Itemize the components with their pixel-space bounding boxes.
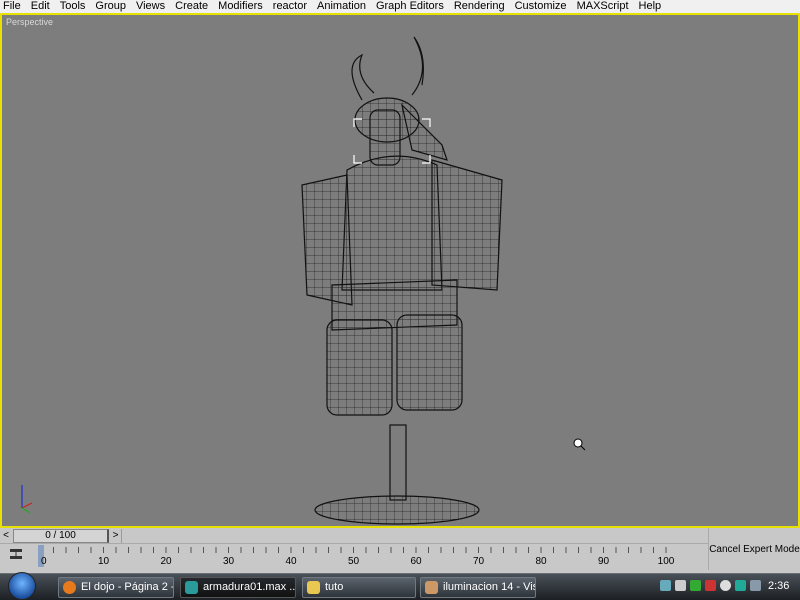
- track-tick-label: 80: [535, 556, 547, 567]
- menu-customize[interactable]: Customize: [515, 0, 567, 13]
- cancel-expert-mode-button[interactable]: Cancel Expert Mode: [708, 528, 800, 570]
- menu-animation[interactable]: Animation: [317, 0, 366, 13]
- neck-guard: [400, 103, 448, 161]
- track-tick-label: 10: [98, 556, 110, 567]
- track-tick-label: 20: [160, 556, 172, 567]
- 3dsmax-icon: [185, 581, 198, 594]
- armor-wireframe: [21, 36, 586, 525]
- perspective-viewport[interactable]: Perspective: [0, 13, 800, 528]
- folder-icon: [307, 581, 320, 594]
- taskbar-item-firefox[interactable]: El dojo - Página 2 - ...: [58, 577, 174, 598]
- time-slider-bar: < 0 / 100 >: [0, 528, 708, 544]
- right-shoulder: [431, 159, 503, 291]
- menu-graph-editors[interactable]: Graph Editors: [376, 0, 444, 13]
- previous-frame-button[interactable]: <: [0, 529, 12, 543]
- next-frame-button[interactable]: >: [110, 529, 122, 543]
- left-skirt: [326, 319, 393, 416]
- stand-base: [314, 495, 480, 525]
- security-icon[interactable]: [705, 580, 716, 591]
- track-ticks: 0 10 20 30 40 50 60 70 80 90 100: [38, 545, 675, 567]
- network-icon[interactable]: [660, 580, 671, 591]
- app-icon[interactable]: [735, 580, 746, 591]
- volume-icon[interactable]: [675, 580, 686, 591]
- track-bar[interactable]: 0 10 20 30 40 50 60 70 80 90 100: [0, 544, 708, 570]
- taskbar-item-visio[interactable]: iluminacion 14 - Vis...: [420, 577, 536, 598]
- system-tray: [660, 580, 761, 591]
- menu-views[interactable]: Views: [136, 0, 165, 13]
- update-icon[interactable]: [690, 580, 701, 591]
- time-slider[interactable]: 0 / 100: [13, 529, 109, 543]
- track-tick-label: 70: [473, 556, 485, 567]
- track-tick-label: 60: [410, 556, 422, 567]
- display-icon[interactable]: [750, 580, 761, 591]
- torso: [341, 155, 443, 291]
- zoom-cursor-icon: [573, 438, 586, 451]
- menu-maxscript[interactable]: MAXScript: [577, 0, 629, 13]
- menu-tools[interactable]: Tools: [60, 0, 86, 13]
- track-tick-label: 100: [658, 556, 675, 567]
- visio-icon: [425, 581, 438, 594]
- menu-reactor[interactable]: reactor: [273, 0, 307, 13]
- menu-rendering[interactable]: Rendering: [454, 0, 505, 13]
- taskbar-item-3dsmax[interactable]: armadura01.max ...: [180, 577, 296, 598]
- skype-icon[interactable]: [720, 580, 731, 591]
- menu-create[interactable]: Create: [175, 0, 208, 13]
- track-tick-label: 50: [348, 556, 360, 567]
- axis-gizmo: [21, 485, 33, 514]
- menu-help[interactable]: Help: [639, 0, 662, 13]
- helmet-horns: [351, 36, 424, 101]
- menu-edit[interactable]: Edit: [31, 0, 50, 13]
- track-tick-label: 40: [285, 556, 297, 567]
- start-button[interactable]: [8, 572, 36, 600]
- right-skirt: [396, 314, 463, 411]
- firefox-icon: [63, 581, 76, 594]
- track-tick-label: 90: [598, 556, 610, 567]
- taskbar: El dojo - Página 2 - ... armadura01.max …: [0, 572, 800, 600]
- menu-modifiers[interactable]: Modifiers: [218, 0, 263, 13]
- stand-pole: [389, 424, 407, 501]
- menu-group[interactable]: Group: [95, 0, 126, 13]
- track-tick-label: 30: [223, 556, 235, 567]
- menu-file[interactable]: File: [3, 0, 21, 13]
- clock: 2:36: [768, 580, 790, 592]
- taskbar-item-folder[interactable]: tuto: [302, 577, 416, 598]
- track-tick-label: 0: [41, 556, 47, 567]
- menu-bar: File Edit Tools Group Views Create Modif…: [0, 0, 800, 13]
